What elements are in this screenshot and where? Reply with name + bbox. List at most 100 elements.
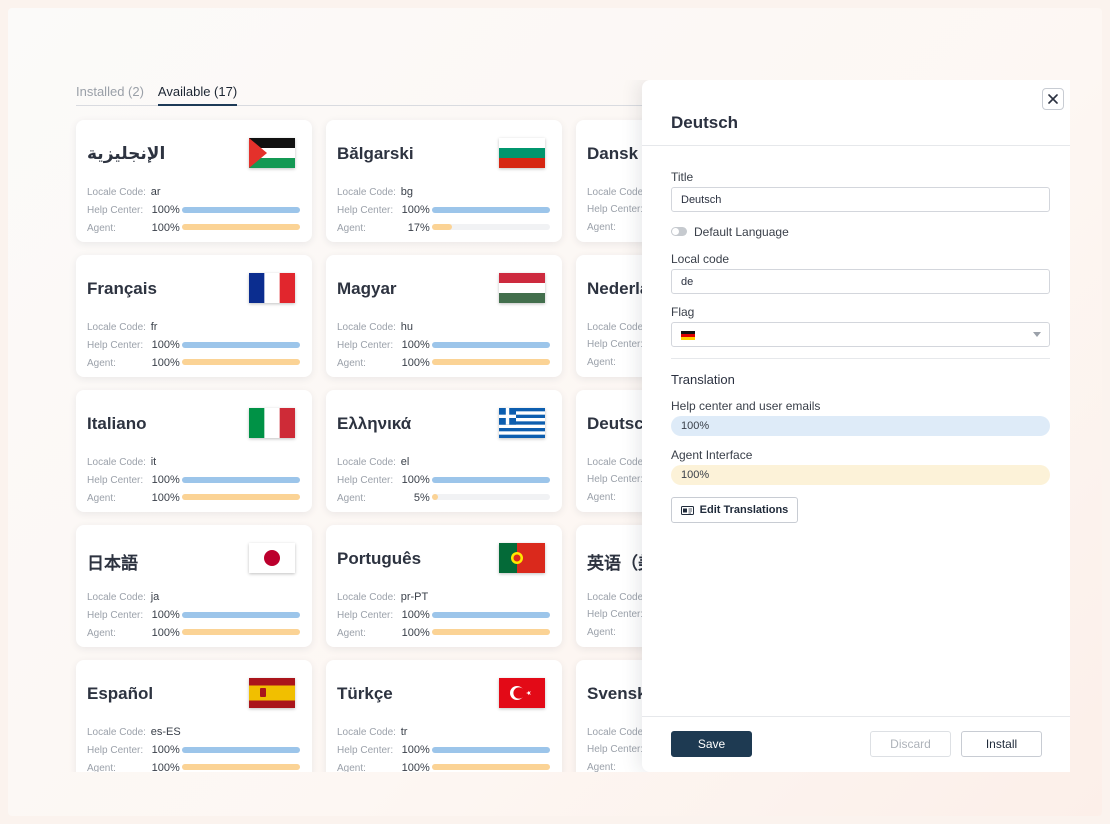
edit-translations-button[interactable]: Edit Translations [671, 497, 798, 523]
help-center-value: 100% [401, 339, 430, 351]
discard-button[interactable]: Discard [870, 731, 951, 757]
tab-installed[interactable]: Installed (2) [76, 84, 144, 106]
language-card[interactable]: Bălgarski Locale Code: bg Help Center: 1… [326, 120, 562, 242]
help-center-value: 100% [401, 474, 430, 486]
agent-row: Agent: 100% [337, 627, 436, 639]
help-center-label: Help Center: [587, 609, 644, 620]
title-input[interactable] [671, 187, 1050, 212]
help-center-value: 100% [151, 204, 180, 216]
locale-code-label: Locale Code: [87, 187, 146, 198]
help-center-progress-bar [432, 342, 550, 348]
agent-value: 17% [407, 222, 430, 234]
agent-row: Agent: 5% [337, 492, 436, 504]
help-center-row: Help Center: 100% [337, 204, 436, 216]
edit-translations-label: Edit Translations [699, 504, 789, 516]
language-name: Svensk [587, 684, 647, 703]
locale-code-row: Locale Code: el [337, 456, 409, 468]
agent-label: Agent: [87, 628, 116, 639]
tab-available[interactable]: Available (17) [157, 84, 238, 106]
agent-label: Agent: [87, 223, 116, 234]
help-center-row: Help Center: 100% [87, 744, 186, 756]
help-center-row: Help Center: 100% [337, 474, 436, 486]
agent-label: Agent: [587, 357, 616, 368]
agent-row: Agent: 100% [337, 357, 436, 369]
locale-code-value: bg [400, 186, 413, 198]
language-card[interactable]: Türkçe Locale Code: tr Help Center: 100%… [326, 660, 562, 772]
language-name: Deutsc [587, 414, 644, 433]
close-button[interactable] [1042, 88, 1064, 110]
language-name: Português [337, 549, 422, 568]
agent-progress-bar [432, 359, 550, 365]
help-center-label: Help Center: [87, 475, 144, 486]
flag-select[interactable] [671, 322, 1050, 347]
locale-code-row: Locale Code: [587, 321, 648, 333]
language-card[interactable]: الإنجليزية Locale Code: ar Help Center: … [76, 120, 312, 242]
language-name: Français [87, 279, 157, 298]
agent-progress-bar [432, 629, 550, 635]
agent-label: Agent: [87, 763, 116, 772]
language-card[interactable]: 日本語 Locale Code: ja Help Center: 100% Ag… [76, 525, 312, 647]
help-center-value: 100% [151, 339, 180, 351]
install-button[interactable]: Install [961, 731, 1042, 757]
help-center-progress-bar [182, 612, 300, 618]
agent-row: Agent: 100% [87, 627, 186, 639]
language-name: Nederla [587, 279, 650, 298]
agent-value: 100% [151, 627, 180, 639]
save-button[interactable]: Save [671, 731, 752, 757]
agent-progress-fill [432, 224, 453, 230]
locale-code-value: ar [150, 186, 161, 198]
help-center-label: Help Center: [87, 610, 144, 621]
help-center-progress-fill [432, 207, 550, 213]
agent-label: Agent: [587, 627, 616, 638]
divider [642, 716, 1070, 717]
help-center-progress-fill [432, 342, 550, 348]
locale-code-label: Locale Code: [337, 187, 396, 198]
help-center-label: Help center and user emails [671, 399, 821, 413]
help-center-label: Help Center: [337, 340, 394, 351]
locale-code-value: hu [400, 321, 413, 333]
agent-label: Agent: [337, 628, 366, 639]
help-center-progress-fill [432, 747, 550, 753]
language-card[interactable]: Ελληνικά Locale Code: el Help Center: 10… [326, 390, 562, 512]
agent-progress-fill [182, 764, 300, 770]
help-center-progress-fill [432, 612, 550, 618]
default-language-toggle[interactable] [671, 227, 687, 236]
help-center-progress-bar [182, 477, 300, 483]
help-center-label: Help Center: [337, 610, 394, 621]
help-center-progress-fill [182, 342, 300, 348]
locale-code-value: it [150, 456, 157, 468]
locale-code-value: fr [150, 321, 158, 333]
locale-code-row: Locale Code: fr [87, 321, 157, 333]
panel-title: Deutsch [671, 113, 739, 132]
locale-code-value: pr-PT [400, 591, 429, 603]
language-card[interactable]: Magyar Locale Code: hu Help Center: 100%… [326, 255, 562, 377]
divider [671, 358, 1050, 359]
language-name: الإنجليزية [87, 144, 166, 163]
agent-value: 100% [151, 492, 180, 504]
help-center-row: Help Center: 100% [87, 609, 186, 621]
agent-progress-bar [182, 494, 300, 500]
japan-flag-icon [249, 543, 295, 573]
locale-code-value: el [400, 456, 410, 468]
locale-code-label: Locale Code: [587, 727, 646, 738]
language-card[interactable]: Italiano Locale Code: it Help Center: 10… [76, 390, 312, 512]
locale-code-value: tr [400, 726, 408, 738]
agent-interface-label: Agent Interface [671, 448, 753, 462]
bulgaria-flag-icon [499, 138, 545, 168]
language-card[interactable]: Español Locale Code: es-ES Help Center: … [76, 660, 312, 772]
help-center-label: Help Center: [587, 339, 644, 350]
help-center-label: Help Center: [337, 205, 394, 216]
translation-section-title: Translation [671, 372, 735, 387]
locale-code-label: Locale Code: [87, 457, 146, 468]
language-card[interactable]: Português Locale Code: pr-PT Help Center… [326, 525, 562, 647]
agent-value: 100% [151, 222, 180, 234]
local-code-input[interactable] [671, 269, 1050, 294]
agent-label: Agent: [87, 493, 116, 504]
language-card[interactable]: Français Locale Code: fr Help Center: 10… [76, 255, 312, 377]
help-center-progress-fill [182, 207, 300, 213]
chevron-down-icon [1033, 332, 1041, 337]
help-center-label: Help Center: [87, 745, 144, 756]
locale-code-label: Locale Code: [587, 592, 646, 603]
local-code-label: Local code [671, 252, 730, 266]
help-center-progress-bar [182, 207, 300, 213]
